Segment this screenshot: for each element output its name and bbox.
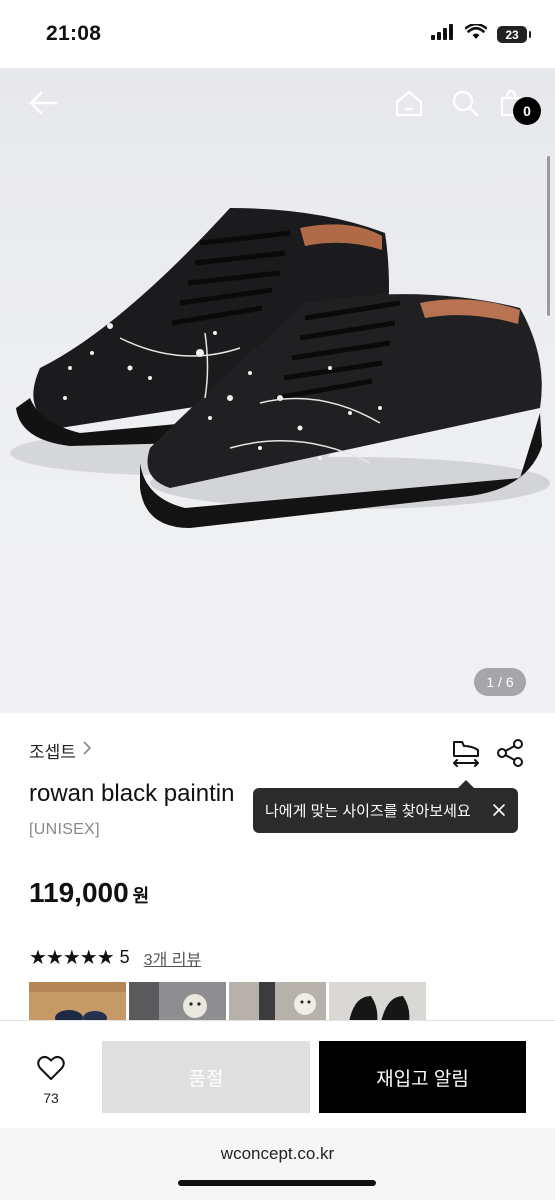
search-icon[interactable] [450,88,480,118]
browser-url-bar[interactable]: wconcept.co.kr [0,1128,555,1200]
home-indicator [178,1180,376,1186]
review-photo-list [29,982,426,1022]
rating-row: ★★★★★ 5 3개 리뷰 [29,945,201,970]
cart-count-badge: 0 [513,97,541,125]
status-bar: 21:08 23 [0,0,555,68]
wifi-icon [464,22,488,45]
restock-alert-button[interactable]: 재입고 알림 [319,1041,526,1113]
product-image-gallery[interactable] [0,68,555,713]
close-icon[interactable] [490,801,508,819]
review-photo[interactable] [129,982,226,1022]
status-icons: 23 [431,22,531,45]
size-finder-icon[interactable] [450,736,482,773]
review-photo[interactable] [29,982,126,1022]
product-image [10,208,550,528]
battery-icon: 23 [497,26,531,43]
star-rating-icon: ★★★★★ [29,947,115,969]
size-tooltip: 나에게 맞는 사이즈를 찾아보세요 [253,780,518,833]
heart-icon [37,1055,65,1086]
back-arrow-icon[interactable] [28,88,58,118]
product-tag: [UNISEX] [29,821,100,838]
currency: 원 [132,886,150,906]
like-count: 73 [43,1090,59,1106]
sold-out-button: 품절 [102,1041,310,1113]
review-photo[interactable] [229,982,326,1022]
home-icon[interactable] [394,88,424,118]
scrollbar[interactable] [547,156,550,316]
status-time: 21:08 [46,22,102,45]
product-name: rowan black paintin [29,780,235,807]
review-photo[interactable] [329,982,426,1022]
rating-value: 5 [119,947,130,967]
price: 119,000 [29,877,129,908]
brand-name: 조셉트 [29,743,76,762]
share-icon[interactable] [495,738,525,773]
review-link[interactable]: 3개 리뷰 [144,946,202,970]
tooltip-text: 나에게 맞는 사이즈를 찾아보세요 [265,803,471,820]
signal-icon [431,24,455,45]
image-counter: 1 / 6 [474,668,526,696]
chevron-right-icon [82,740,92,761]
brand-link[interactable]: 조셉트 [29,738,92,763]
url-text[interactable]: wconcept.co.kr [0,1144,555,1164]
like-button[interactable]: 73 [29,1055,73,1106]
price-row: 119,000 원 [29,877,149,909]
bottom-action-bar: 73 품절 재입고 알림 [0,1020,555,1128]
